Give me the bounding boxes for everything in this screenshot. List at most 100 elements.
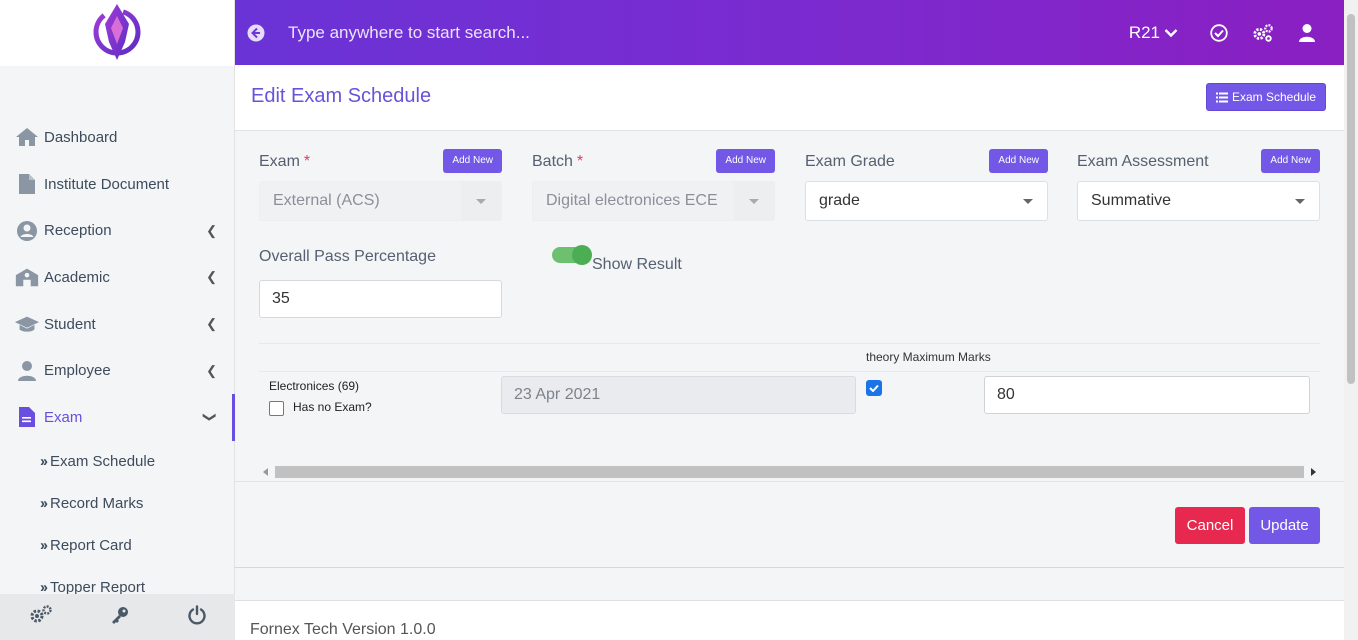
page-footer: Fornex Tech Version 1.0.0 [235, 600, 1344, 640]
required-marker: * [303, 153, 311, 170]
chevron-left-icon: ❮ [206, 316, 217, 332]
sidebar-subitem-label: Record Marks [50, 495, 144, 513]
assessment-label-text: Exam Assessment [1077, 153, 1209, 170]
sidebar-item-reception[interactable]: Reception ❮ [0, 207, 235, 254]
app-logo[interactable] [87, 2, 147, 64]
sidebar-item-label: Reception [44, 222, 112, 240]
sidebar: Dashboard Institute Document Reception ❮… [0, 0, 235, 640]
toggle-knob [572, 245, 592, 265]
sidebar-item-exam[interactable]: Exam ❮ [0, 394, 235, 441]
settings-gears-icon[interactable] [29, 604, 53, 630]
caret-down-icon [476, 199, 486, 204]
sidebar-subitem-report-card[interactable]: ›› Report Card [0, 525, 235, 567]
power-icon[interactable] [187, 604, 207, 630]
version-text: Fornex Tech Version 1.0.0 [250, 621, 436, 638]
table-divider [259, 371, 1320, 372]
sidebar-menu: Dashboard Institute Document Reception ❮… [0, 114, 235, 609]
cancel-button[interactable]: Cancel [1175, 507, 1245, 544]
sidebar-item-employee[interactable]: Employee ❮ [0, 347, 235, 394]
form-actions: Cancel Update [235, 481, 1344, 568]
show-result-toggle[interactable] [552, 245, 592, 265]
exam-schedule-form: Exam * Add New External (ACS) Batch * Ad… [235, 131, 1344, 481]
add-new-batch-button[interactable]: Add New [716, 149, 775, 173]
pass-percentage-input[interactable]: 35 [259, 280, 502, 318]
no-exam-label: Has no Exam? [293, 399, 372, 414]
sidebar-subitem-exam-schedule[interactable]: ›› Exam Schedule [0, 441, 235, 483]
user-circle-icon [14, 220, 40, 242]
caret-down-icon [1295, 199, 1305, 204]
caret-down-icon [749, 199, 759, 204]
checkmark-icon [869, 384, 879, 392]
assessment-field: Exam Assessment Add New Summative [1077, 149, 1320, 221]
back-arrow-icon[interactable] [247, 24, 265, 42]
double-chevron-icon: ›› [40, 453, 48, 471]
add-new-grade-button[interactable]: Add New [989, 149, 1048, 173]
table-divider [259, 343, 1320, 344]
sidebar-item-label: Institute Document [44, 175, 170, 193]
check-circle-icon[interactable] [1208, 22, 1230, 44]
user-icon[interactable] [1296, 22, 1318, 44]
max-marks-input[interactable]: 80 [984, 376, 1310, 414]
scrollbar-thumb[interactable] [1347, 14, 1355, 384]
page-title: Edit Exam Schedule [251, 85, 432, 107]
settings-gears-icon[interactable] [1252, 22, 1274, 44]
theory-checkbox[interactable] [866, 380, 882, 396]
batch-field: Batch * Add New Digital electronices ECE [532, 149, 775, 221]
sidebar-item-label: Exam [44, 408, 83, 426]
sidebar-item-institute-document[interactable]: Institute Document [0, 161, 235, 208]
role-label: R21 [1128, 22, 1160, 42]
exam-select[interactable]: External (ACS) [259, 181, 502, 221]
grade-select[interactable]: grade [805, 181, 1048, 221]
page-header: Edit Exam Schedule Exam Schedule [235, 65, 1344, 131]
batch-label-text: Batch [532, 153, 573, 170]
sidebar-subitem-record-marks[interactable]: ›› Record Marks [0, 483, 235, 525]
top-bar: Type anywhere to start search... R21 [235, 0, 1344, 65]
assessment-select[interactable]: Summative [1077, 181, 1320, 221]
exam-select-value: External (ACS) [273, 192, 380, 209]
no-exam-option: Has no Exam? [269, 397, 372, 416]
grade-select-value: grade [819, 192, 860, 209]
sidebar-subitem-label: Report Card [50, 537, 132, 555]
horizontal-scrollbar[interactable] [259, 465, 1320, 479]
chevron-down-icon: ❮ [200, 412, 216, 423]
home-icon [14, 126, 40, 148]
content-spacer [235, 569, 1344, 600]
chevron-left-icon: ❮ [206, 269, 217, 285]
double-chevron-icon: ›› [40, 537, 48, 555]
schedule-table: theory Maximum Marks Electronices (69) H… [259, 343, 1320, 463]
sidebar-item-student[interactable]: Student ❮ [0, 301, 235, 348]
exam-schedule-button[interactable]: Exam Schedule [1205, 83, 1326, 111]
document-icon [14, 173, 40, 195]
assessment-select-value: Summative [1091, 192, 1172, 209]
scrollbar-thumb[interactable] [275, 466, 1304, 478]
add-new-assessment-button[interactable]: Add New [1261, 149, 1320, 173]
batch-select[interactable]: Digital electronices ECE [532, 181, 775, 221]
sidebar-item-dashboard[interactable]: Dashboard [0, 114, 235, 161]
batch-select-value: Digital electronices ECE [546, 192, 718, 209]
chevron-left-icon: ❮ [206, 222, 217, 238]
chevron-down-icon [1164, 28, 1178, 37]
sidebar-item-label: Academic [44, 268, 110, 286]
no-exam-checkbox[interactable] [269, 401, 284, 416]
key-icon[interactable] [110, 605, 130, 630]
exam-date-value: 23 Apr 2021 [514, 386, 601, 403]
scroll-left-arrow-icon[interactable] [263, 468, 268, 476]
sidebar-footer [0, 594, 235, 640]
exam-field: Exam * Add New External (ACS) [259, 149, 502, 221]
role-dropdown[interactable]: R21 [1129, 23, 1178, 43]
scroll-right-arrow-icon[interactable] [1311, 468, 1316, 476]
search-input[interactable]: Type anywhere to start search... [288, 23, 530, 43]
employee-icon [14, 360, 40, 382]
exam-label-text: Exam [259, 153, 300, 170]
pass-percentage-value: 35 [272, 290, 290, 307]
add-new-exam-button[interactable]: Add New [443, 149, 502, 173]
exam-date-input[interactable]: 23 Apr 2021 [501, 376, 856, 414]
sidebar-item-academic[interactable]: Academic ❮ [0, 254, 235, 301]
school-icon [14, 266, 40, 288]
vertical-scrollbar[interactable] [1344, 0, 1358, 640]
caret-down-icon [1023, 199, 1033, 204]
logo-area [0, 0, 234, 66]
subject-name: Electronices (69) [269, 379, 360, 393]
update-button[interactable]: Update [1249, 507, 1320, 544]
sidebar-item-label: Student [44, 315, 96, 333]
